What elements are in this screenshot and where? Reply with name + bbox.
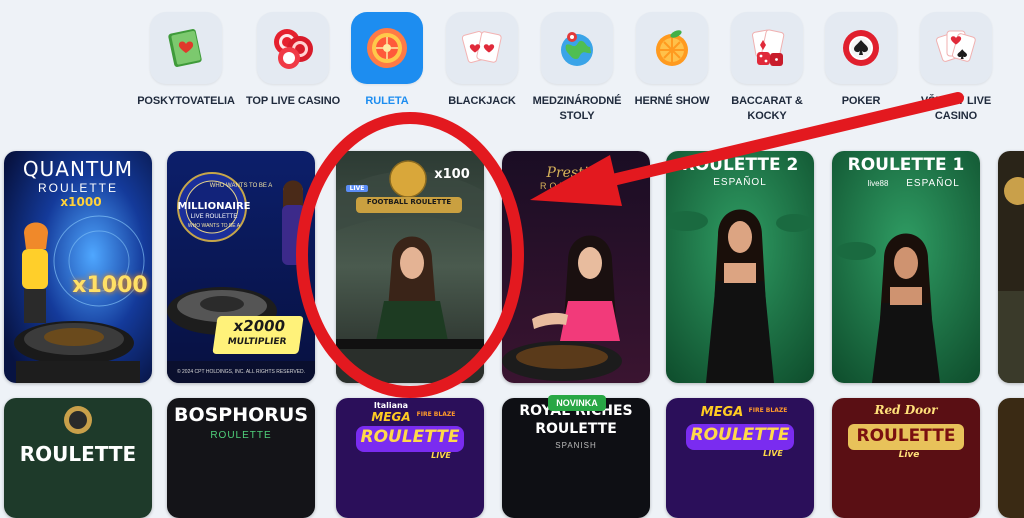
cards-dice-icon bbox=[731, 12, 803, 84]
game-title: ROULETTE bbox=[856, 426, 956, 446]
game-title: BOSPHORUS bbox=[173, 404, 309, 426]
game-subtitle: LIVE ROULETTE bbox=[190, 214, 238, 220]
globe-pin-icon bbox=[541, 12, 613, 84]
casino-chips-icon bbox=[257, 12, 329, 84]
multiplier-badge: x1000 bbox=[72, 273, 148, 298]
game-thumbnail bbox=[998, 151, 1024, 383]
game-subtitle: ESPAÑOL bbox=[906, 178, 960, 189]
live-badge: LIVE bbox=[346, 185, 368, 192]
category-label: BACCARAT & KOCKY bbox=[731, 95, 803, 122]
game-title: MILLIONAIRE bbox=[177, 201, 251, 212]
game-card-quantum-roulette[interactable]: QUANTUM ROULETTE x1000 x1000 bbox=[4, 151, 152, 383]
game-card-roulette[interactable]: ROULETTE bbox=[4, 398, 152, 518]
game-subtitle: ROULETTE bbox=[539, 181, 612, 191]
mega-label: MEGA bbox=[700, 405, 744, 420]
category-ruleta[interactable]: RULETA bbox=[337, 12, 437, 109]
book-heart-icon bbox=[150, 12, 222, 84]
category-baccarat-kocky[interactable]: BACCARAT & KOCKY bbox=[717, 12, 817, 124]
game-card-partial[interactable] bbox=[998, 398, 1024, 518]
category-medzinarodne-stoly[interactable]: MEDZINÁRODNÉ STOLY bbox=[527, 12, 627, 124]
category-top-live-casino[interactable]: TOP LIVE CASINO bbox=[243, 12, 343, 109]
multiplier-badge: x100 bbox=[434, 167, 470, 182]
category-label: MEDZINÁRODNÉ STOLY bbox=[532, 95, 622, 122]
game-tag: Red Door bbox=[874, 403, 938, 417]
poker-chip-icon bbox=[825, 12, 897, 84]
game-subtitle: ROULETTE bbox=[210, 430, 272, 441]
game-title: ROULETTE bbox=[360, 427, 460, 447]
category-blackjack[interactable]: BLACKJACK bbox=[432, 12, 532, 109]
game-title: ROULETTE 2 bbox=[681, 155, 799, 175]
game-title-line2: ROULETTE bbox=[535, 421, 617, 437]
all-cards-icon bbox=[920, 12, 992, 84]
playing-cards-heart-icon bbox=[446, 12, 518, 84]
game-card-royal-riches-roulette[interactable]: ROYAL RICHES ROULETTE SPANISH bbox=[502, 398, 650, 518]
game-subtitle: ROULETTE bbox=[37, 181, 118, 195]
roulette-icon bbox=[351, 12, 423, 84]
game-title: ROULETTE 1 bbox=[847, 155, 965, 175]
new-badge: NOVINKA bbox=[548, 395, 606, 411]
multiplier-value: x2000 bbox=[232, 317, 287, 335]
multiplier-badge: x1000 bbox=[60, 195, 102, 209]
game-thumbnail bbox=[998, 398, 1024, 518]
category-label: POSKYTOVATELIA bbox=[137, 95, 235, 107]
game-card-millionaire-roulette[interactable]: WHO WANTS TO BE A MILLIONAIRE LIVE ROULE… bbox=[167, 151, 315, 383]
category-vsetky-live-casino[interactable]: VŠETKY LIVE CASINO bbox=[906, 12, 1006, 124]
fire-blaze-label: FIRE BLAZE bbox=[748, 407, 788, 414]
fire-blaze-label: FIRE BLAZE bbox=[416, 411, 456, 418]
game-card-football-roulette[interactable]: LIVE x100 FOOTBALL ROULETTE bbox=[336, 151, 484, 383]
category-label: POKER bbox=[841, 95, 881, 107]
game-card-roulette-1-espanol[interactable]: ROULETTE 1 live88 ESPAÑOL bbox=[832, 151, 980, 383]
category-label: RULETA bbox=[365, 95, 409, 107]
category-label: BLACKJACK bbox=[448, 95, 516, 107]
category-label: HERNÉ SHOW bbox=[634, 95, 710, 107]
game-subtitle: SPANISH bbox=[555, 441, 597, 450]
game-card-red-door-roulette[interactable]: Red Door ROULETTE Live bbox=[832, 398, 980, 518]
game-card-partial[interactable] bbox=[998, 151, 1024, 383]
category-label: TOP LIVE CASINO bbox=[245, 95, 341, 107]
live-label: Live bbox=[898, 450, 920, 460]
category-poskytovatelia[interactable]: POSKYTOVATELIA bbox=[136, 12, 236, 109]
live-label: LIVE bbox=[431, 451, 451, 460]
game-title: Prestige bbox=[546, 165, 606, 181]
game-subtitle: ESPAÑOL bbox=[713, 177, 767, 188]
game-tagline: WHO WANTS TO BE A bbox=[209, 183, 273, 189]
multiplier-label: MULTIPLIER bbox=[226, 337, 288, 347]
game-title: ROULETTE bbox=[19, 442, 137, 466]
game-tagline: WHO WANTS TO BE A bbox=[187, 223, 241, 229]
game-title: ROULETTE bbox=[690, 425, 790, 445]
game-card-bosphorus-roulette[interactable]: BOSPHORUS ROULETTE bbox=[167, 398, 315, 518]
game-title: FOOTBALL ROULETTE bbox=[366, 198, 452, 206]
brand-logo: live88 bbox=[867, 179, 889, 188]
game-card-prestige-roulette[interactable]: Prestige ROULETTE bbox=[502, 151, 650, 383]
game-title: QUANTUM bbox=[22, 157, 134, 181]
game-tag: Italiana bbox=[373, 401, 409, 410]
category-poker[interactable]: POKER bbox=[811, 12, 911, 109]
category-label: VŠETKY LIVE CASINO bbox=[920, 95, 992, 122]
copyright-text: © 2024 CPT HOLDINGS, INC. ALL RIGHTS RES… bbox=[176, 369, 306, 375]
mega-label: MEGA bbox=[371, 410, 411, 424]
orange-slice-icon bbox=[636, 12, 708, 84]
live-label: LIVE bbox=[763, 449, 783, 458]
game-card-mega-fire-blaze-roulette-italiana[interactable]: Italiana MEGA FIRE BLAZE ROULETTE LIVE bbox=[336, 398, 484, 518]
game-card-roulette-2-espanol[interactable]: ROULETTE 2 ESPAÑOL bbox=[666, 151, 814, 383]
game-card-mega-fire-blaze-roulette[interactable]: MEGA FIRE BLAZE ROULETTE LIVE bbox=[666, 398, 814, 518]
category-herne-show[interactable]: HERNÉ SHOW bbox=[622, 12, 722, 109]
multiplier-badge: x2000 MULTIPLIER bbox=[212, 316, 304, 354]
category-bar: POSKYTOVATELIA TOP LIVE CASINO RULETA BL… bbox=[0, 0, 1024, 140]
